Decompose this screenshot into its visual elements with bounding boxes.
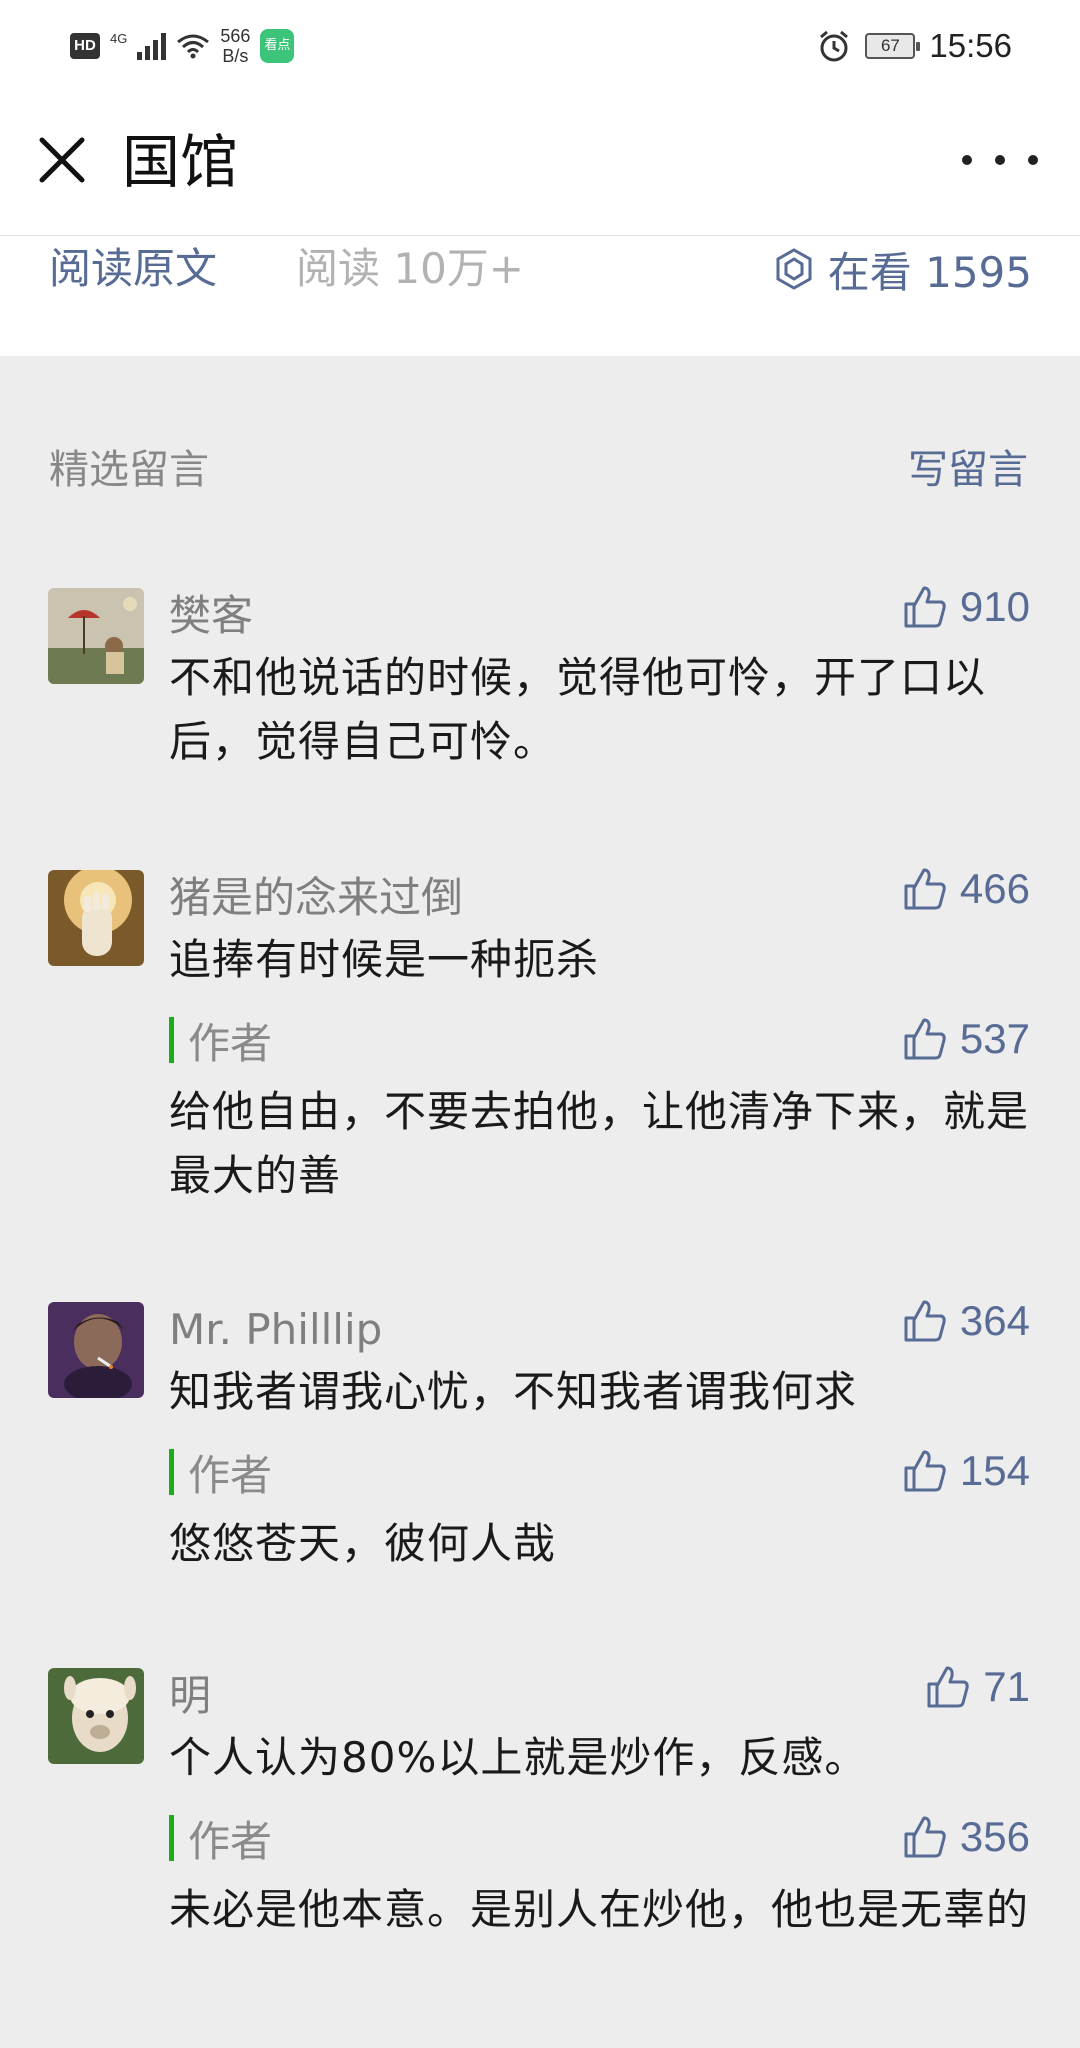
thumbs-up-icon	[927, 1666, 969, 1708]
comment-text: 不和他说话的时候，觉得他可怜，开了口以后，觉得自己可怜。	[169, 653, 987, 766]
page-title: 国馆	[122, 128, 239, 196]
like-count: 71	[983, 1663, 1030, 1710]
like-count: 466	[959, 865, 1030, 912]
avatar[interactable]	[48, 1668, 144, 1764]
author-reply-text: 未必是他本意。是别人在炒他，他也是无辜的	[169, 1885, 1030, 1934]
author-label: 作者	[188, 1816, 273, 1866]
avatar[interactable]	[48, 588, 144, 684]
like-count: 154	[959, 1447, 1030, 1494]
like-button[interactable]: 364	[900, 1296, 1030, 1346]
read-original-link[interactable]: 阅读原文	[49, 236, 217, 302]
author-label: 作者	[188, 1450, 273, 1500]
author-bar	[169, 1449, 174, 1495]
author-reply-tag: 作者	[169, 1448, 272, 1500]
author-reply-text: 给他自由，不要去拍他，让他清净下来，就是最大的善	[169, 1087, 1030, 1200]
like-button[interactable]: 71	[923, 1662, 1030, 1712]
like-count: 364	[959, 1297, 1030, 1344]
signal-icon	[137, 32, 167, 60]
author-bar	[169, 1017, 174, 1063]
avatar[interactable]	[48, 1302, 144, 1398]
close-button[interactable]	[30, 128, 94, 192]
thumbs-up-icon	[904, 586, 946, 628]
title-bar: 国馆	[0, 90, 1080, 236]
wifi-icon	[177, 34, 210, 59]
author-bar	[169, 1815, 174, 1861]
more-button[interactable]	[962, 138, 1038, 182]
wow-icon	[776, 248, 812, 290]
read-row: 阅读原文 阅读 10万+ 在看 1595	[0, 236, 1080, 302]
reply-like-button[interactable]: 356	[900, 1812, 1030, 1862]
write-comment-button[interactable]: 写留言	[908, 440, 1028, 500]
wow-button[interactable]: 在看 1595	[772, 236, 1032, 302]
avatar[interactable]	[48, 870, 144, 966]
thumbs-up-icon	[904, 1816, 946, 1858]
clock: 15:56	[929, 27, 1012, 64]
thumbs-up-icon	[904, 1300, 946, 1342]
thumbs-up-icon	[904, 1450, 946, 1492]
author-reply-text: 悠悠苍天，彼何人哉	[169, 1519, 557, 1568]
wow-label: 在看 1595	[827, 247, 1032, 297]
hd-icon: HD	[70, 33, 100, 59]
read-count: 阅读 10万+	[296, 244, 524, 293]
comment-text: 知我者谓我心忧，不知我者谓我何求	[169, 1367, 858, 1416]
commenter-name: 樊客	[169, 591, 254, 640]
close-icon	[39, 137, 85, 183]
commenter-name: 猪是的念来过倒	[169, 873, 464, 922]
thumbs-up-icon	[904, 1018, 946, 1060]
reply-like-button[interactable]: 537	[900, 1014, 1030, 1064]
comment-text: 个人认为80%以上就是炒作，反感。	[169, 1733, 868, 1782]
like-count: 537	[959, 1015, 1030, 1062]
author-reply-tag: 作者	[169, 1016, 272, 1068]
author-reply-tag: 作者	[169, 1814, 272, 1866]
alarm-icon	[820, 30, 849, 62]
like-count: 910	[959, 583, 1030, 630]
comments-header: 精选留言 写留言	[0, 440, 1080, 500]
like-button[interactable]: 910	[900, 582, 1030, 632]
network-speed: 566 B/s	[220, 26, 251, 66]
app-notification-icon: 看点	[260, 29, 295, 63]
comment-text: 追捧有时候是一种扼杀	[169, 935, 600, 984]
battery-icon: 67	[865, 33, 921, 59]
commenter-name: 明	[169, 1671, 212, 1720]
more-icon	[962, 155, 972, 165]
like-count: 356	[959, 1813, 1030, 1860]
status-bar: HD 4G 566 B/s 看点 67 15:56	[0, 0, 1080, 90]
network-type: 4G	[110, 30, 128, 46]
reply-like-button[interactable]: 154	[900, 1446, 1030, 1496]
commenter-name: Mr. Philllip	[169, 1305, 383, 1354]
like-button[interactable]: 466	[900, 864, 1030, 914]
author-label: 作者	[188, 1018, 273, 1068]
thumbs-up-icon	[904, 868, 946, 910]
featured-comments-label: 精选留言	[49, 447, 209, 493]
